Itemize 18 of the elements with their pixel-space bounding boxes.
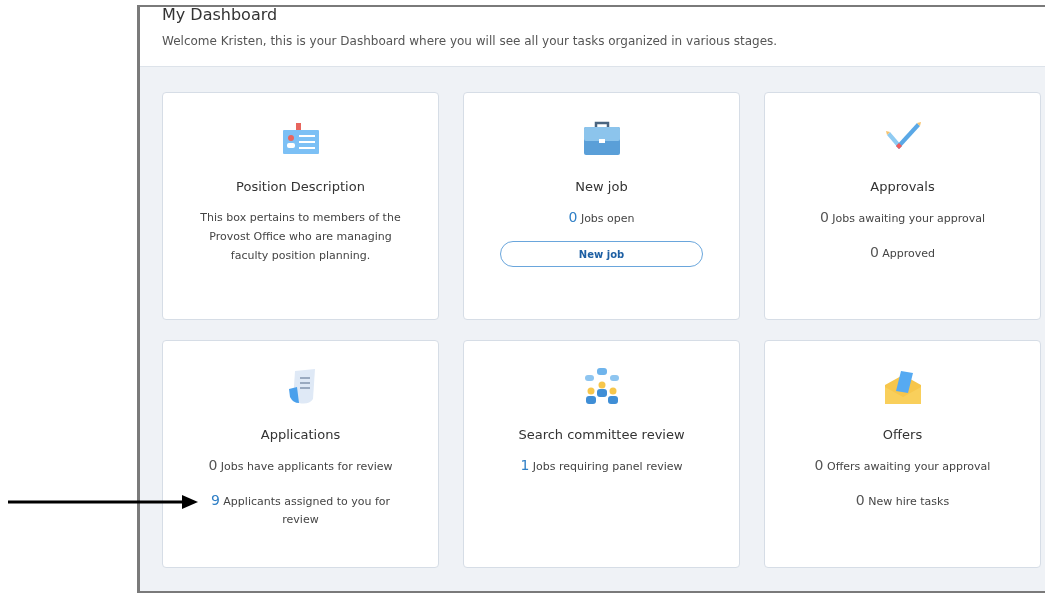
stat-text: 9 Applicants assigned to you for review xyxy=(209,491,392,528)
card-description: This box pertains to members of the Provost Office who are managing faculty position planning. xyxy=(199,210,402,264)
card-title: Search committee review xyxy=(518,427,685,442)
card-title: Approvals xyxy=(870,179,935,194)
welcome-text: Welcome Kristen, this is your Dashboard where you will see all your tasks organized in various stages. xyxy=(162,34,779,48)
new-job-button[interactable]: New job xyxy=(500,241,703,267)
card-title: Applications xyxy=(260,427,341,442)
page-title: My Dashboard xyxy=(162,7,279,23)
card-title: New job xyxy=(575,179,628,194)
stat-text: 0 Jobs have applicants for review xyxy=(207,456,394,475)
stat-text: 0 Jobs awaiting your approval xyxy=(818,208,987,227)
stat-text: 0 Approved xyxy=(868,243,937,262)
stat-text: 0 Offers awaiting your approval xyxy=(813,456,992,475)
stat-text: 1 Jobs requiring panel review xyxy=(519,456,684,475)
stat-text: 0 New hire tasks xyxy=(854,491,951,510)
card-title: Offers xyxy=(882,427,923,442)
stat-text: 0 Jobs open xyxy=(567,208,636,227)
card-title: Position Description xyxy=(236,179,365,194)
